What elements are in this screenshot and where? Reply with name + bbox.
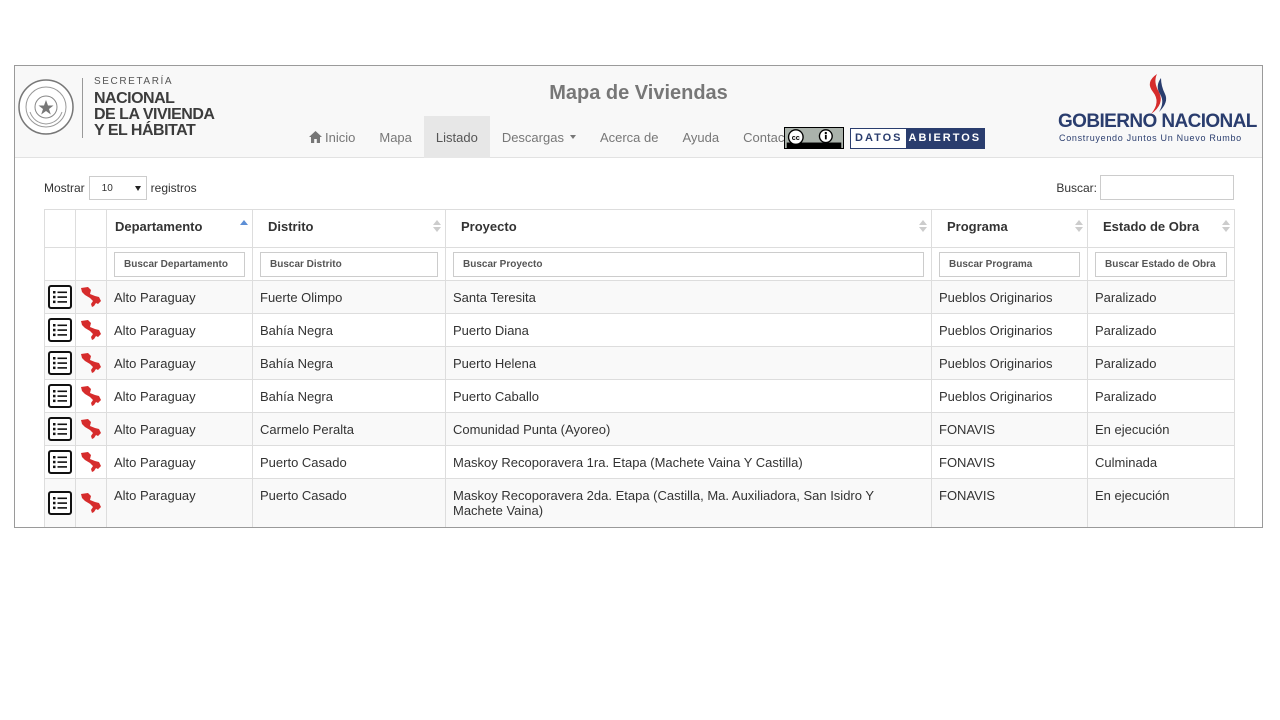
page-length-control: Mostrar 10 registros xyxy=(44,176,197,200)
cell-departamento: Alto Paraguay xyxy=(106,445,253,479)
creative-commons-icon[interactable]: cc xyxy=(784,127,844,149)
cell-programa: Pueblos Originarios xyxy=(931,280,1088,314)
nav-acerca[interactable]: Acerca de xyxy=(588,116,671,158)
datos-abiertos-badge[interactable]: DATOS ABIERTOS xyxy=(850,128,986,149)
nav-inicio-label: Inicio xyxy=(325,129,356,145)
sort-icon xyxy=(919,220,927,232)
cell-departamento: Alto Paraguay xyxy=(106,412,253,446)
table-row: Alto Paraguay Puerto Casado Maskoy Recopor… xyxy=(44,445,1235,479)
paraguay-map-icon[interactable] xyxy=(79,386,103,411)
list-icon[interactable] xyxy=(48,450,72,477)
search-programa-input[interactable]: Buscar Programa xyxy=(939,252,1080,277)
projects-table: Departamento Distrito Proyecto Programa … xyxy=(44,209,1235,527)
table-body: Alto Paraguay Fuerte Olimpo Santa Teresita… xyxy=(44,280,1235,527)
table-row: Alto Paraguay Fuerte Olimpo Santa Teresita… xyxy=(44,280,1235,314)
svg-text:cc: cc xyxy=(792,133,800,142)
list-icon[interactable] xyxy=(48,318,72,345)
col-proyecto[interactable]: Proyecto xyxy=(445,209,932,248)
search-proyecto-input[interactable]: Buscar Proyecto xyxy=(453,252,924,277)
cell-distrito: Puerto Casado xyxy=(252,478,446,527)
col-departamento[interactable]: Departamento xyxy=(106,209,253,248)
cell-estado: Culminada xyxy=(1087,445,1235,479)
paraguay-map-icon[interactable] xyxy=(79,419,103,444)
cell-proyecto: Puerto Helena xyxy=(445,346,932,380)
col-distrito[interactable]: Distrito xyxy=(252,209,446,248)
table-row: Alto Paraguay Puerto Casado Maskoy Recopor… xyxy=(44,478,1235,527)
cell-proyecto: Puerto Diana xyxy=(445,313,932,347)
paraguay-map-icon[interactable] xyxy=(79,287,103,312)
cell-proyecto: Maskoy Recoporavera 1ra. Etapa (Machete … xyxy=(445,445,932,479)
list-icon[interactable] xyxy=(48,351,72,378)
chevron-down-icon xyxy=(134,185,141,191)
nav-inicio[interactable]: Inicio xyxy=(297,116,367,158)
gobierno-nacional-logo: GOBIERNO NACIONAL Construyendo Juntos Un… xyxy=(1055,72,1262,152)
list-icon[interactable] xyxy=(48,417,72,444)
home-icon xyxy=(309,131,322,143)
cell-programa: FONAVIS xyxy=(931,478,1088,527)
cell-programa: FONAVIS xyxy=(931,445,1088,479)
cell-estado: Paralizado xyxy=(1087,280,1235,314)
cell-departamento: Alto Paraguay xyxy=(106,478,253,527)
cell-departamento: Alto Paraguay xyxy=(106,313,253,347)
paraguay-map-icon[interactable] xyxy=(79,353,103,378)
col-programa[interactable]: Programa xyxy=(931,209,1088,248)
cell-distrito: Puerto Casado xyxy=(252,445,446,479)
list-icon[interactable] xyxy=(48,491,72,518)
paraguay-map-icon[interactable] xyxy=(79,320,103,345)
cell-estado: Paralizado xyxy=(1087,313,1235,347)
main-nav: Inicio Mapa Listado Descargas Acerca de … xyxy=(297,116,807,158)
cell-departamento: Alto Paraguay xyxy=(106,280,253,314)
cell-proyecto: Santa Teresita xyxy=(445,280,932,314)
cell-distrito: Bahía Negra xyxy=(252,313,446,347)
table-row: Alto Paraguay Bahía Negra Puerto Diana Pueb… xyxy=(44,313,1235,347)
page-length-select[interactable]: 10 xyxy=(88,176,147,200)
cell-estado: Paralizado xyxy=(1087,346,1235,380)
cell-distrito: Carmelo Peralta xyxy=(252,412,446,446)
nav-ayuda[interactable]: Ayuda xyxy=(671,116,732,158)
cell-distrito: Bahía Negra xyxy=(252,346,446,380)
col-estado[interactable]: Estado de Obra xyxy=(1087,209,1235,248)
nav-descargas-label: Descargas xyxy=(501,129,564,145)
list-icon[interactable] xyxy=(48,285,72,312)
cell-proyecto: Maskoy Recoporavera 2da. Etapa (Castilla… xyxy=(445,478,932,527)
cell-departamento: Alto Paraguay xyxy=(106,346,253,380)
nav-descargas[interactable]: Descargas xyxy=(490,116,588,158)
caret-down-icon xyxy=(569,135,576,139)
app-window: SECRETARÍA NACIONAL DE LA VIVIENDA Y EL … xyxy=(14,65,1263,528)
sort-icon xyxy=(1075,220,1083,232)
search-estado-input[interactable]: Buscar Estado de Obra xyxy=(1095,252,1227,277)
cell-proyecto: Comunidad Punta (Ayoreo) xyxy=(445,412,932,446)
cell-distrito: Fuerte Olimpo xyxy=(252,280,446,314)
cell-programa: Pueblos Originarios xyxy=(931,313,1088,347)
header: SECRETARÍA NACIONAL DE LA VIVIENDA Y EL … xyxy=(15,66,1262,158)
table-search: Buscar: xyxy=(1056,175,1234,200)
sort-icon xyxy=(433,220,441,232)
gob-logo-text: GOBIERNO NACIONAL xyxy=(1058,111,1257,132)
paraguay-map-icon[interactable] xyxy=(79,452,103,477)
sort-asc-icon xyxy=(240,220,248,225)
cell-departamento: Alto Paraguay xyxy=(106,379,253,413)
paraguay-map-icon[interactable] xyxy=(79,493,103,518)
search-departamento-input[interactable]: Buscar Departamento xyxy=(114,252,245,277)
table-row: Alto Paraguay Bahía Negra Puerto Helena Pue… xyxy=(44,346,1235,380)
cell-estado: En ejecución xyxy=(1087,412,1235,446)
cell-programa: FONAVIS xyxy=(931,412,1088,446)
cell-programa: Pueblos Originarios xyxy=(931,379,1088,413)
search-input[interactable] xyxy=(1100,175,1234,200)
nav-mapa[interactable]: Mapa xyxy=(367,116,424,158)
search-distrito-input[interactable]: Buscar Distrito xyxy=(260,252,438,277)
cell-distrito: Bahía Negra xyxy=(252,379,446,413)
list-icon[interactable] xyxy=(48,384,72,411)
cell-proyecto: Puerto Caballo xyxy=(445,379,932,413)
cell-estado: Paralizado xyxy=(1087,379,1235,413)
gob-logo-sub: Construyendo Juntos Un Nuevo Rumbo xyxy=(1059,133,1242,143)
cell-estado: En ejecución xyxy=(1087,478,1235,527)
cell-programa: Pueblos Originarios xyxy=(931,346,1088,380)
nav-listado[interactable]: Listado xyxy=(423,116,490,158)
table-row: Alto Paraguay Carmelo Peralta Comunidad Pu… xyxy=(44,412,1235,446)
table-row: Alto Paraguay Bahía Negra Puerto Caballo Pu… xyxy=(44,379,1235,413)
sort-icon xyxy=(1222,220,1230,232)
